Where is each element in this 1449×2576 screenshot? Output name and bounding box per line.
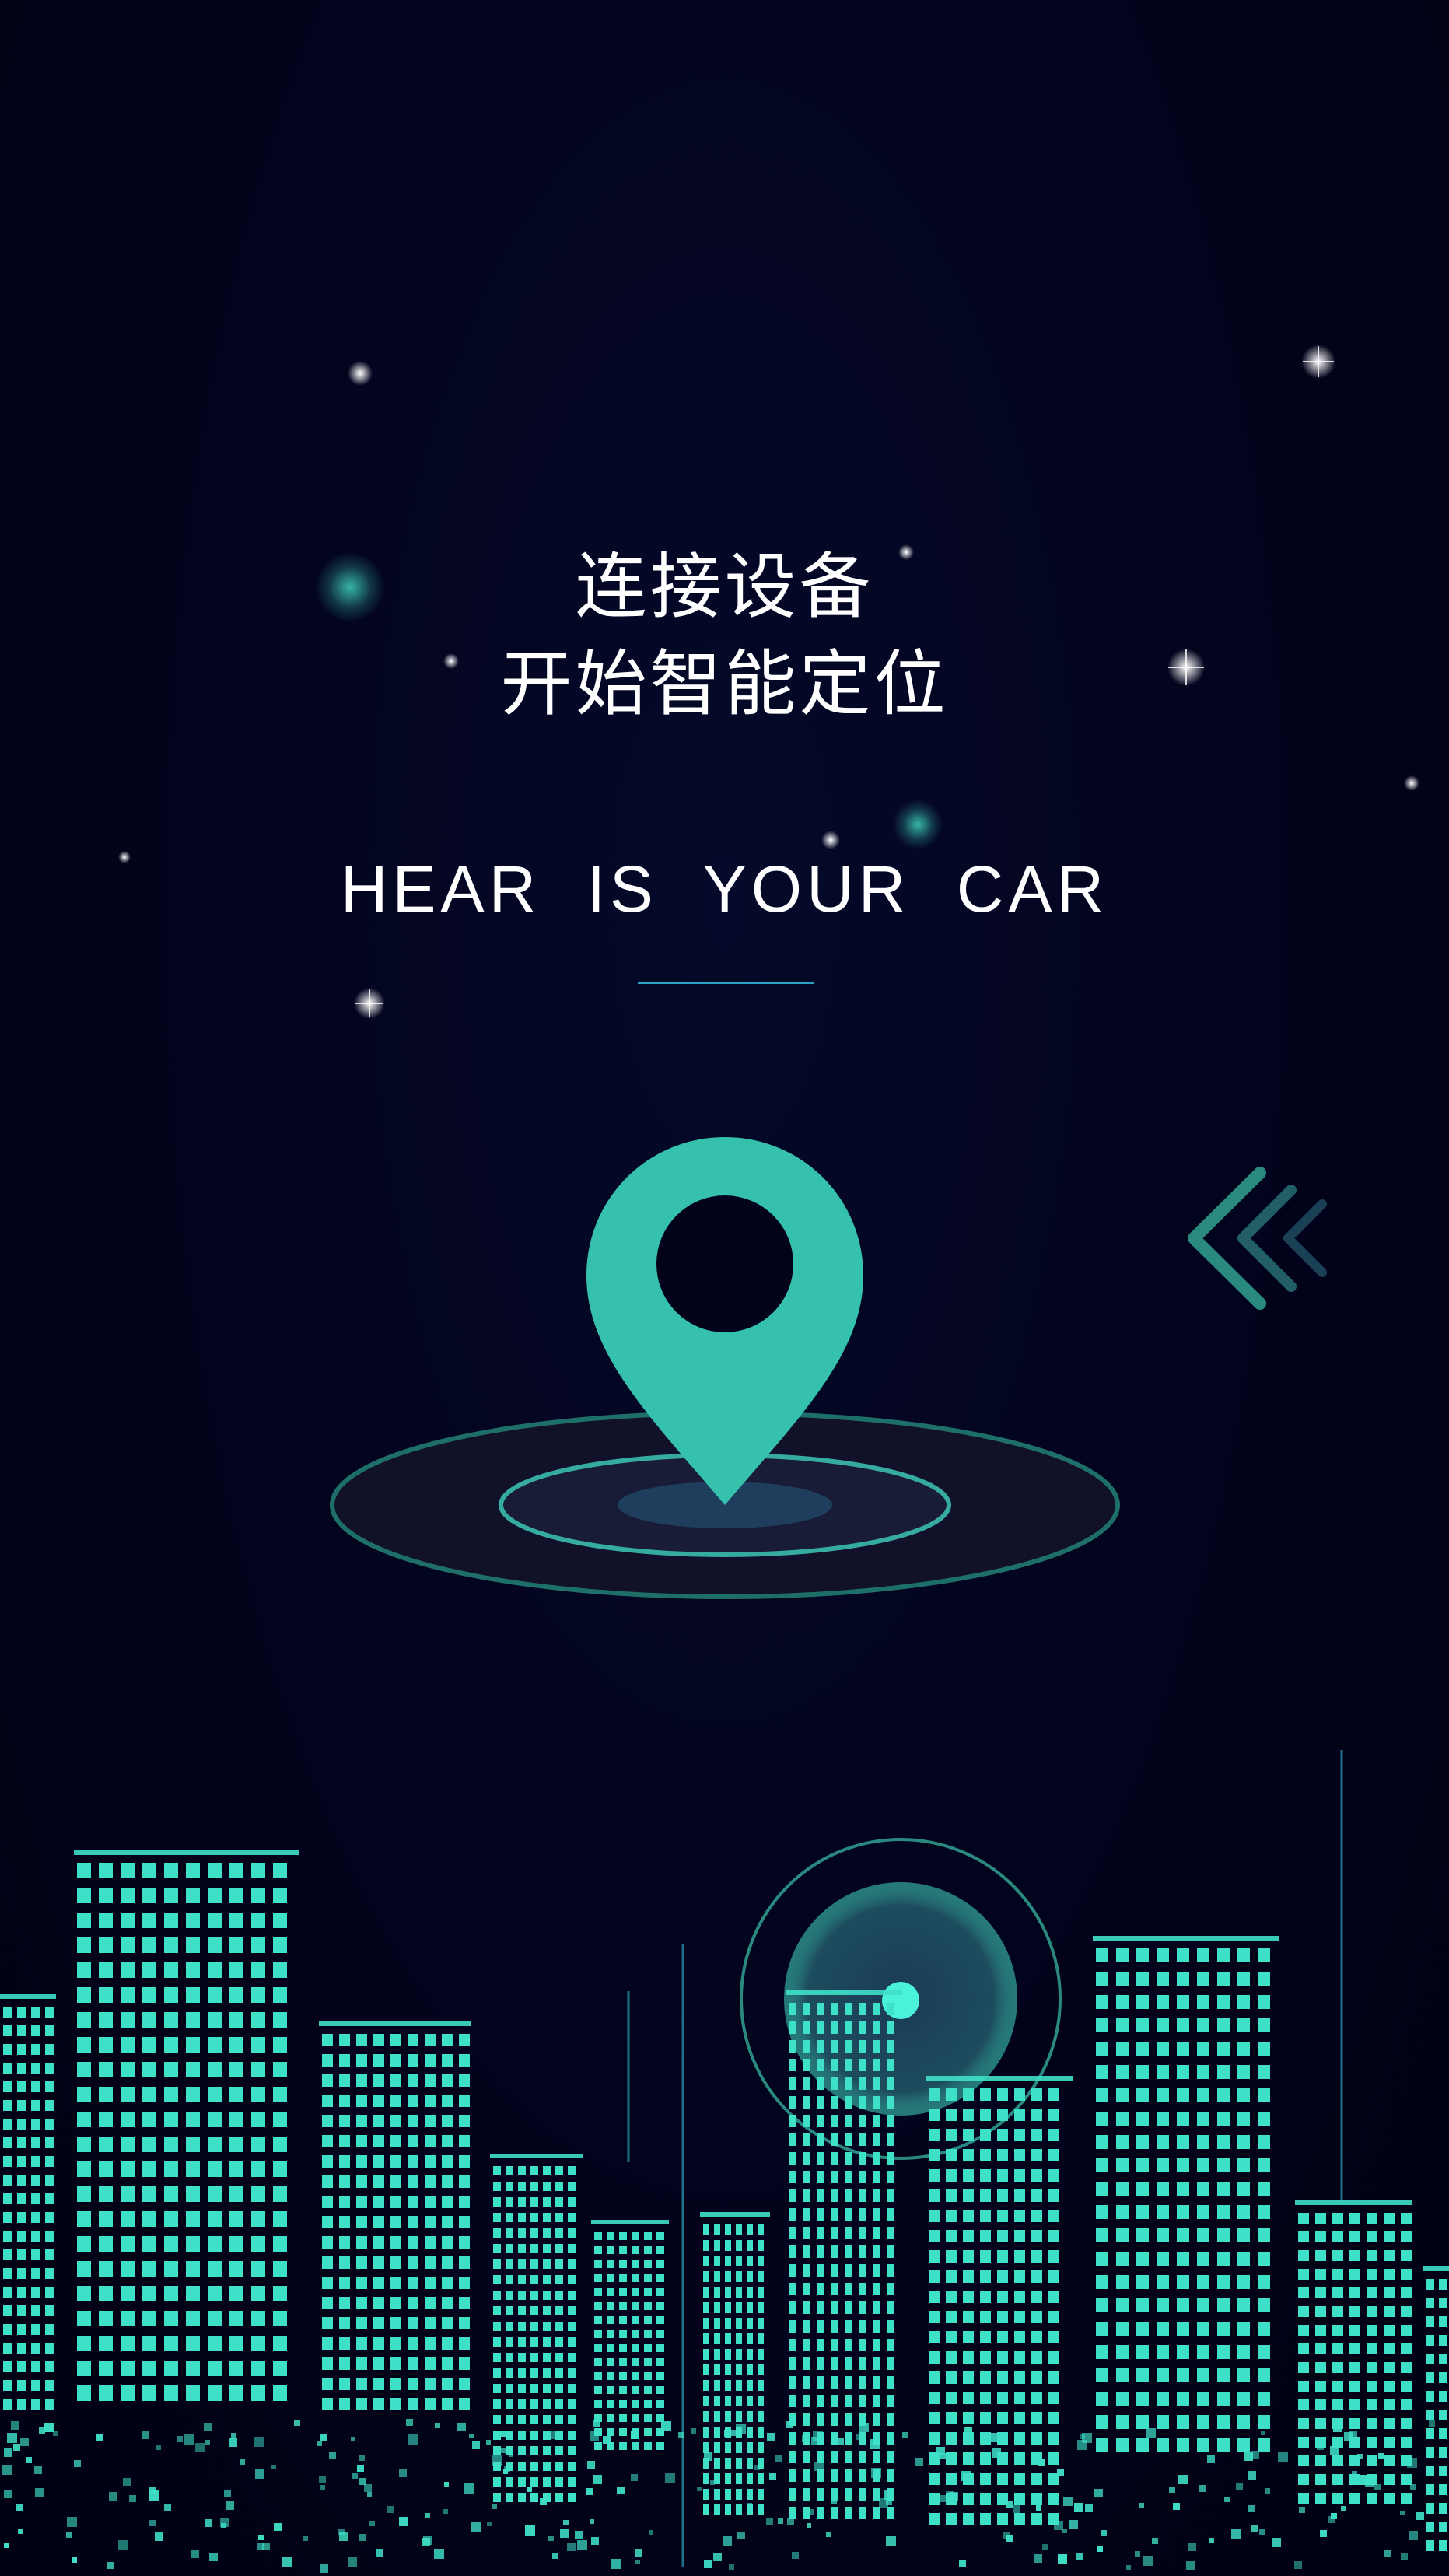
radar-signal-icon (740, 1838, 1062, 2160)
city-skyline (0, 1750, 1449, 2573)
splash-screen: 连接设备 开始智能定位 HEAR IS YOUR CAR (0, 0, 1449, 2576)
